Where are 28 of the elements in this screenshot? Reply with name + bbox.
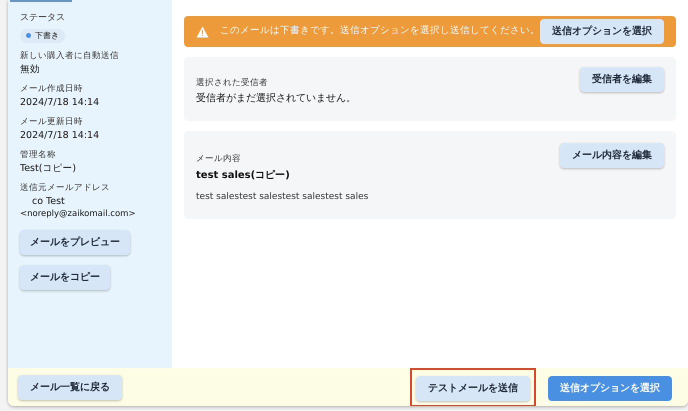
back-button[interactable]: メール一覧に戻る xyxy=(18,374,122,400)
edit-content-button[interactable]: メール内容を編集 xyxy=(560,143,664,168)
field-value: Test(コピー) xyxy=(20,162,78,174)
mail-body: test salestest salestest salestest sales xyxy=(196,190,368,204)
field-value: <noreply@zaikomail.com> xyxy=(20,208,137,220)
alert-message: このメールは下書きです。送信オプションを選択し送信してください。 xyxy=(220,24,540,38)
edit-recipients-button[interactable]: 受信者を編集 xyxy=(580,67,664,92)
field-label: 送信元メールアドレス xyxy=(20,182,111,194)
field-value: 無効 xyxy=(20,62,41,76)
warning-icon xyxy=(196,26,209,38)
field-value: 2024/7/18 14:14 xyxy=(20,128,100,142)
status-badge: 下書き xyxy=(20,28,65,42)
field-label: ステータス xyxy=(20,12,66,25)
test-send-button[interactable]: テストメールを送信 xyxy=(416,376,530,400)
field-label: 新しい購入者に自動送信 xyxy=(20,50,120,62)
field-value: 2024/7/18 14:14 xyxy=(20,96,100,108)
send-options-button[interactable]: 送信オプションを選択 xyxy=(540,19,664,44)
sidebar-button[interactable]: メールをプレビュー xyxy=(20,230,130,254)
sidebar-button[interactable]: メールをコピー xyxy=(20,264,110,290)
field-label: 選択された受信者 xyxy=(196,77,269,90)
field-label: メール作成日時 xyxy=(20,82,84,96)
field-value: 受信者がまだ選択されていません。 xyxy=(196,92,356,106)
field-label: メール内容 xyxy=(196,153,242,166)
field-label: 管理名称 xyxy=(20,148,57,162)
field-value: co Test xyxy=(31,194,66,208)
field-label: メール更新日時 xyxy=(20,116,84,128)
mail-title: test sales(コピー) xyxy=(196,168,291,183)
tab-indicator xyxy=(10,0,72,2)
